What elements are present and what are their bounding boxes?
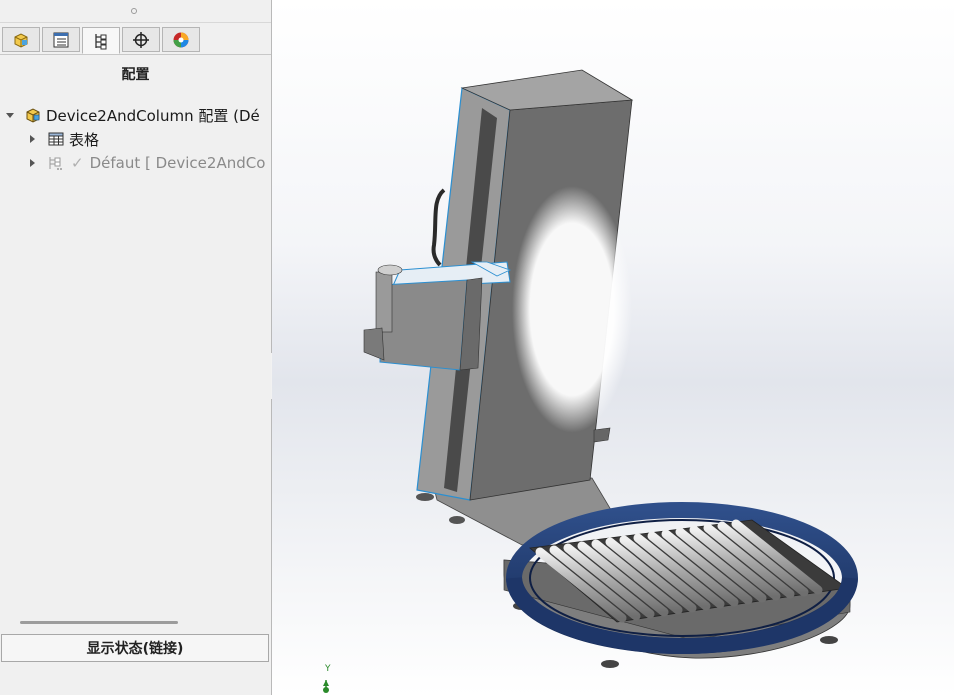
expand-arrow-icon[interactable] [30,159,35,167]
tree-root-assembly[interactable]: Device2AndColumn 配置 (Dé [6,104,260,126]
triad-axis-label: Y [325,664,331,674]
manager-tab-bar [0,26,271,55]
configuration-manager-panel: 配置 Device2AndColumn 配置 (Dé 表格 ✓ Défaut [… [0,0,272,695]
tree-item-default-config-label: Défaut [ Device2AndCo [89,154,266,172]
expand-arrow-icon[interactable] [30,135,35,143]
tab-feature-manager[interactable] [2,27,40,52]
configuration-icon [95,33,107,49]
panel-divider [0,22,271,23]
panel-title: 配置 [121,67,150,83]
table-icon [48,132,64,146]
collapse-arrow-icon[interactable] [6,112,14,118]
appearance-icon [173,32,189,47]
3d-model-render[interactable] [272,0,954,695]
display-state-button[interactable]: 显示状态(链接) [1,634,269,662]
assembly-icon [26,108,40,123]
horizontal-scrollbar[interactable] [20,621,178,624]
crosshair-icon [133,31,149,48]
tree-root-label: Device2AndColumn 配置 (Dé [46,106,260,125]
panel-resize-grip[interactable] [131,8,137,14]
tab-configuration-manager[interactable] [82,27,120,54]
tab-dimxpert[interactable] [122,27,160,52]
tree-item-default-config[interactable]: ✓ Défaut [ Device2AndCo [30,152,265,174]
tab-property-manager[interactable] [42,27,80,52]
graphics-viewport[interactable]: Y [272,0,954,695]
configuration-item-icon [49,157,62,170]
tree-item-tables-label: 表格 [69,130,100,149]
property-list-icon [53,32,69,47]
part-icon [14,32,28,48]
tab-display-manager[interactable] [162,27,200,52]
checkmark-icon: ✓ [71,154,84,172]
tree-item-tables[interactable]: 表格 [30,128,99,150]
